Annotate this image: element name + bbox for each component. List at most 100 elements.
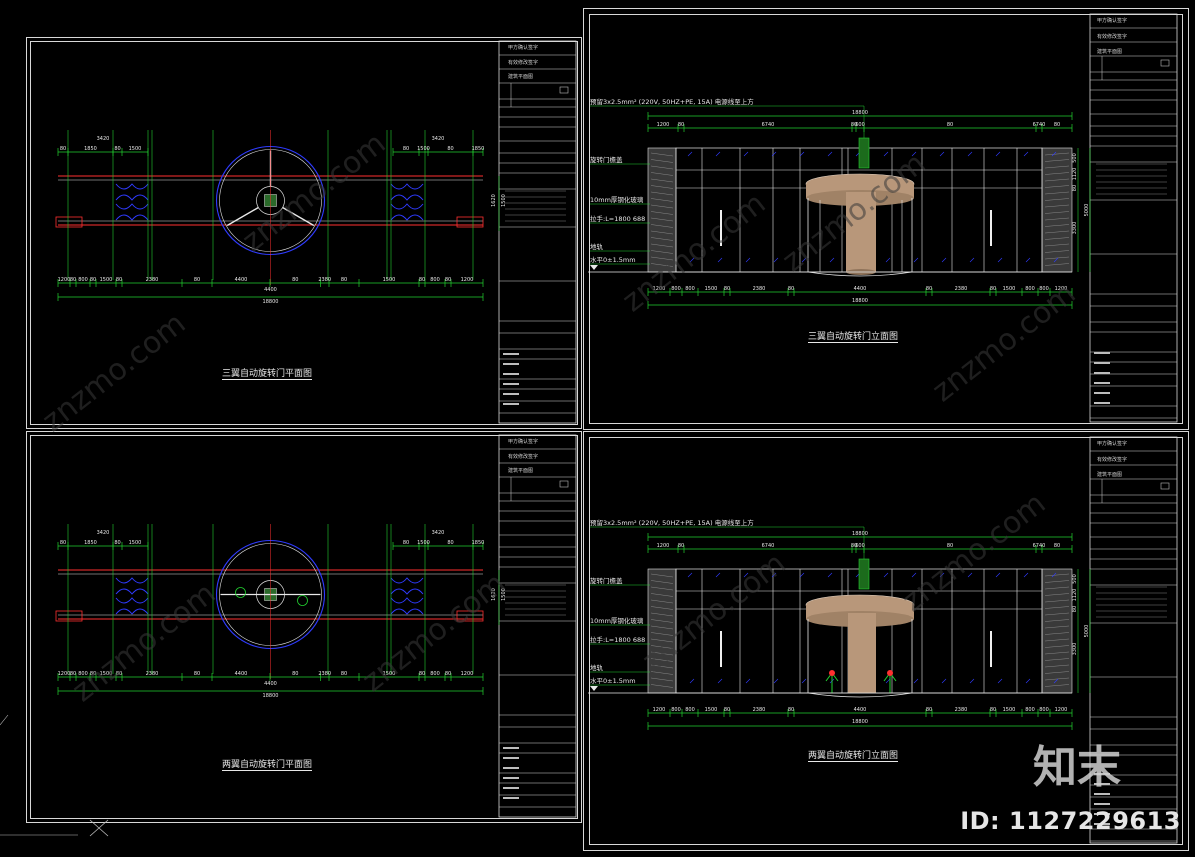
glass-reflection	[773, 257, 779, 263]
dimension-label: 1200	[58, 671, 71, 677]
dimension-label: 2380	[955, 707, 968, 713]
title-block-stamp	[1160, 482, 1170, 490]
door-handle	[720, 631, 722, 667]
glass-reflection	[715, 151, 721, 157]
dimension-label: 600	[855, 543, 865, 549]
stone-panel	[1041, 568, 1073, 694]
level-marker	[590, 686, 598, 691]
swing-door-leaf	[390, 577, 424, 584]
dimension-label: 80	[947, 122, 953, 128]
title-block-text	[503, 787, 519, 789]
dimension-label: 80	[341, 671, 347, 677]
dimension-label: 500	[1072, 153, 1078, 163]
plant-pot	[235, 587, 246, 598]
swing-door-leaf	[390, 608, 424, 615]
title-block-text	[1094, 803, 1110, 805]
swing-door-leaf	[115, 214, 149, 221]
dimension-label: 18800	[852, 298, 868, 304]
glass-reflection	[717, 257, 723, 263]
glass-reflection	[1023, 572, 1029, 578]
dimension-label: 1850	[84, 540, 97, 546]
dimension-label: 4400	[235, 277, 248, 283]
caption-plan-two-wing: 两翼自动旋转门平面图	[222, 760, 313, 771]
title-block-header: 甲方确认签字	[1097, 18, 1128, 24]
watermark-text: znzmo.com	[926, 276, 1082, 409]
glass-reflection	[771, 151, 777, 157]
swing-door-leaf	[115, 194, 149, 201]
annotation-text: 预留3x2.5mm² (220V, 50HZ+PE, 15A) 电源线至上方	[590, 97, 754, 106]
watermark-text: znzmo.com	[36, 306, 192, 439]
caption-elevation-three-wing: 三翼自动旋转门立面图	[808, 332, 899, 343]
dimension-label: 4400	[235, 671, 248, 677]
dimension-label: 1850	[472, 146, 485, 152]
dimension-label: 6740	[762, 122, 775, 128]
image-id-label: ID: 1127229613	[960, 807, 1181, 835]
glass-reflection	[1025, 678, 1031, 684]
dimension-label: 1850	[472, 540, 485, 546]
glass-reflection	[969, 678, 975, 684]
glass-reflection	[883, 572, 889, 578]
dimension-label: 3420	[97, 530, 110, 536]
title-block-header: 有效修改签字	[1097, 34, 1128, 40]
glass-reflection	[745, 257, 751, 263]
dimension-label: 1500	[100, 277, 113, 283]
title-block-text	[503, 353, 519, 355]
annotation-text: 水平0±1.5mm	[590, 255, 636, 264]
cad-drawing: 80 1850 80 1500342080 1500 80 185034201200 80 80…	[0, 13, 1178, 844]
dimension-label: 4400	[264, 681, 277, 687]
title-block-stamp	[1160, 59, 1170, 67]
dimension-label: 2380	[146, 277, 159, 283]
annotation-text: 10mm厚钢化玻璃	[590, 616, 644, 625]
watermark-text: znzmo.com	[356, 566, 512, 699]
glass-reflection	[995, 151, 1001, 157]
dimension-label: 2380	[753, 707, 766, 713]
title-block-text	[1094, 382, 1110, 384]
title-block-text	[503, 747, 519, 749]
title-block-text	[503, 393, 519, 395]
dimension-label: 80	[788, 286, 794, 292]
dimension-label: 80	[724, 286, 730, 292]
dimension-label: 5000	[1084, 625, 1090, 638]
title-block-text	[503, 403, 519, 405]
dimension-label: 1500	[129, 146, 142, 152]
dimension-label: 18800	[263, 693, 279, 699]
dimension-label: 600	[855, 122, 865, 128]
crosshair	[0, 714, 9, 726]
dimension-label: 80	[194, 671, 200, 677]
wall-hatch	[55, 610, 83, 622]
brand-logo: 知末	[1033, 742, 1121, 793]
glass-reflection	[689, 678, 695, 684]
dimension-label: 80	[116, 277, 122, 283]
dimension-label: 80	[60, 540, 66, 546]
dimension-label: 80	[445, 277, 451, 283]
dimension-label: 80	[292, 277, 298, 283]
glass-reflection	[885, 257, 891, 263]
annotation-text: 预留3x2.5mm² (220V, 50HZ+PE, 15A) 电源线至上方	[590, 518, 754, 527]
dimension-label: 18800	[852, 531, 868, 537]
glass-reflection	[913, 257, 919, 263]
title-block	[498, 40, 577, 424]
glass-reflection	[801, 678, 807, 684]
caption-elevation-two-wing: 两翼自动旋转门立面图	[808, 751, 899, 762]
glass-reflection	[799, 572, 805, 578]
dimension-label: 800	[1039, 707, 1049, 713]
watermark-text: znzmo.com	[616, 186, 772, 319]
dimension-label: 2380	[146, 671, 159, 677]
dimension-label: 1200	[657, 122, 670, 128]
dimension-label: 1200	[653, 707, 666, 713]
dimension-label: 1500	[705, 707, 718, 713]
dimension-label: 80	[447, 146, 453, 152]
swing-door-leaf	[390, 588, 424, 595]
ceiling-feature	[858, 137, 870, 169]
glass-reflection	[1025, 257, 1031, 263]
swing-door-leaf	[390, 203, 424, 210]
dimension-label: 1850	[84, 146, 97, 152]
dimension-label: 3420	[432, 136, 445, 142]
annotation-text: 旋转门檐盖	[590, 155, 623, 164]
dimension-label: 80	[70, 277, 76, 283]
glass-reflection	[829, 257, 835, 263]
dimension-label: 1120	[1072, 168, 1078, 181]
title-block	[498, 434, 577, 818]
dimension-label: 80	[194, 277, 200, 283]
dimension-label: 1200	[461, 277, 474, 283]
